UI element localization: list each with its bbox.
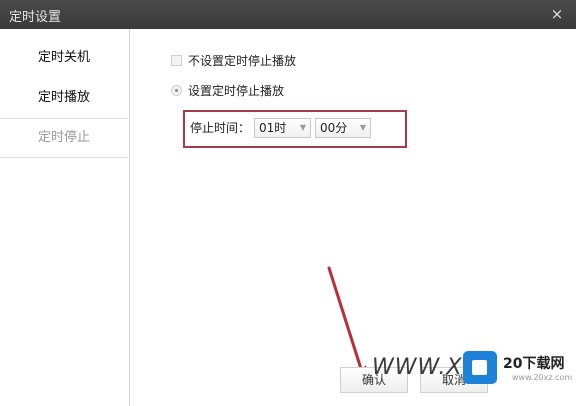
logo-url: www.20xz.com bbox=[512, 373, 573, 382]
minute-value: 00分 bbox=[320, 121, 348, 135]
option-no-timer-label: 不设置定时停止播放 bbox=[188, 54, 297, 68]
chevron-down-icon: ▼ bbox=[299, 123, 306, 132]
stop-time-label: 停止时间： bbox=[190, 121, 251, 135]
sidebar-item-stop[interactable]: 定时停止 bbox=[0, 118, 128, 158]
close-icon[interactable]: × bbox=[548, 5, 566, 23]
minute-select[interactable]: 00分 ▼ bbox=[315, 118, 371, 138]
hour-select[interactable]: 01时 ▼ bbox=[254, 118, 311, 138]
option-no-timer[interactable]: 不设置定时停止播放 bbox=[171, 52, 296, 68]
sidebar: 定时关机 定时播放 定时停止 bbox=[0, 29, 130, 406]
sidebar-item-shutdown[interactable]: 定时关机 bbox=[0, 39, 128, 77]
radio-icon[interactable] bbox=[171, 85, 182, 96]
option-timer-label: 设置定时停止播放 bbox=[188, 84, 285, 98]
window-title: 定时设置 bbox=[9, 10, 62, 25]
checkbox-icon[interactable] bbox=[171, 55, 182, 66]
chevron-down-icon: ▼ bbox=[359, 123, 366, 132]
title-bar: 定时设置 × bbox=[0, 0, 576, 29]
hour-value: 01时 bbox=[259, 121, 287, 135]
logo-icon bbox=[463, 351, 497, 384]
logo-text: 20下载网 bbox=[503, 356, 565, 372]
option-timer[interactable]: 设置定时停止播放 bbox=[171, 82, 284, 98]
sidebar-item-play[interactable]: 定时播放 bbox=[0, 79, 128, 117]
